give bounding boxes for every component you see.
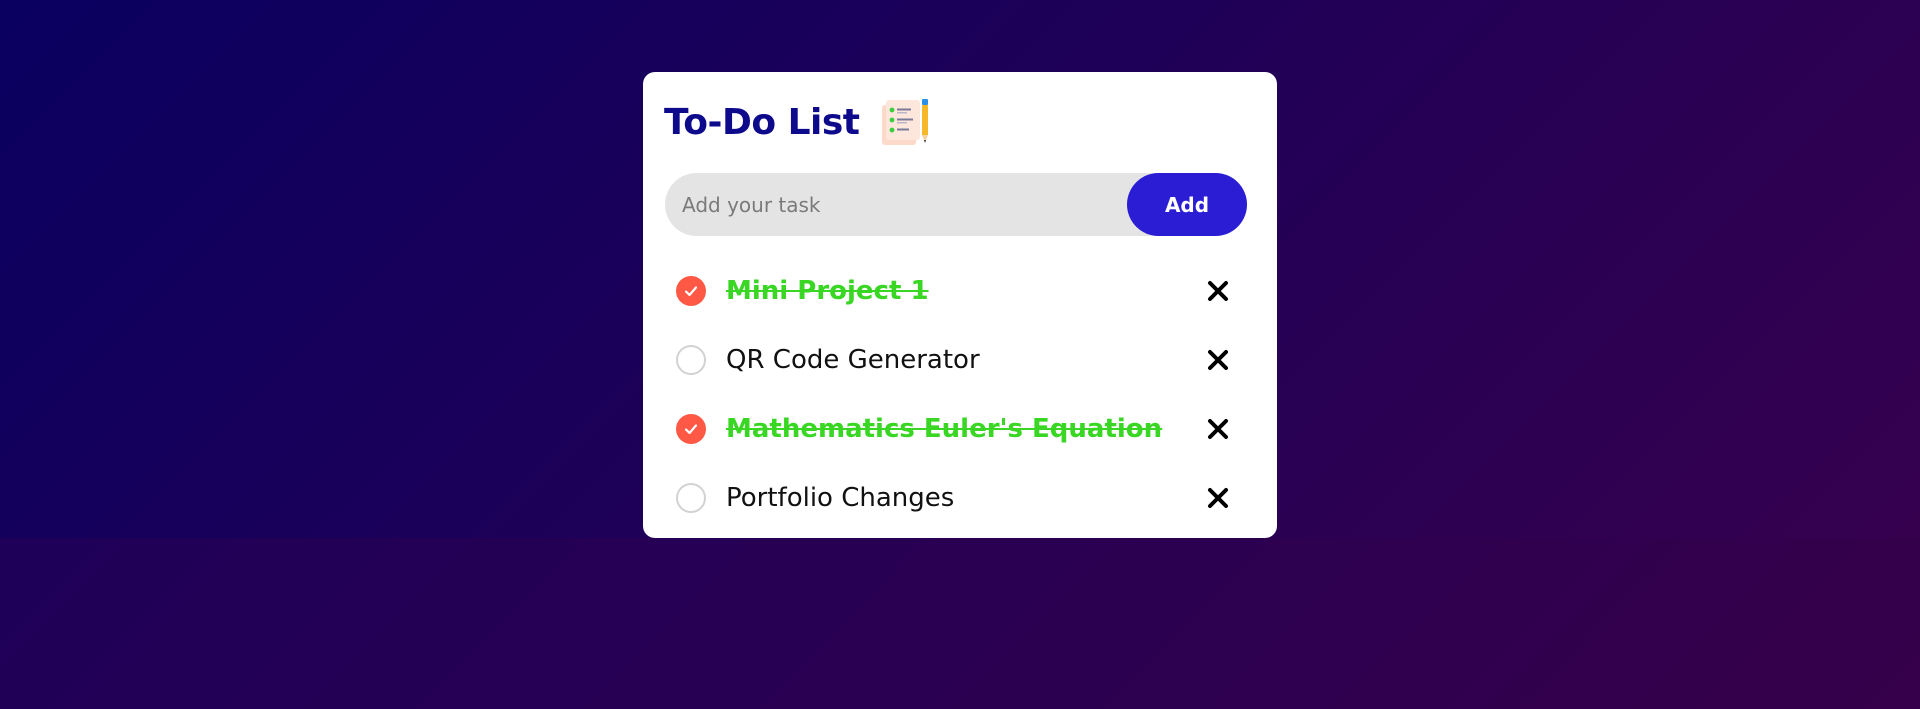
checked-circle-icon[interactable] bbox=[676, 275, 706, 306]
delete-task-icon[interactable] bbox=[1203, 276, 1233, 306]
task-item[interactable]: Portfolio Changes bbox=[643, 463, 1277, 532]
delete-task-icon[interactable] bbox=[1203, 414, 1233, 444]
delete-task-icon[interactable] bbox=[1203, 345, 1233, 375]
unchecked-circle-icon[interactable] bbox=[676, 344, 706, 375]
task-label: Mini Project 1 bbox=[726, 275, 929, 306]
page-title: To-Do List bbox=[664, 101, 860, 143]
delete-task-icon[interactable] bbox=[1203, 483, 1233, 513]
task-label: QR Code Generator bbox=[726, 344, 980, 375]
background-lower bbox=[0, 538, 1920, 709]
add-task-form: Add bbox=[665, 172, 1247, 237]
unchecked-circle-icon[interactable] bbox=[676, 482, 706, 513]
task-input[interactable] bbox=[665, 172, 1127, 237]
task-label: Portfolio Changes bbox=[726, 482, 955, 513]
task-label: Mathematics Euler's Equation bbox=[726, 413, 1163, 444]
task-item[interactable]: Mathematics Euler's Equation bbox=[643, 394, 1277, 463]
notepad-checklist-icon bbox=[881, 99, 928, 145]
todo-card: To-Do List Add Mini Project 1 QR Code Gen… bbox=[643, 72, 1277, 538]
task-item[interactable]: Mini Project 1 bbox=[643, 256, 1277, 325]
header: To-Do List bbox=[664, 94, 932, 150]
task-list: Mini Project 1 QR Code Generator Mathemati… bbox=[643, 256, 1277, 532]
task-item[interactable]: QR Code Generator bbox=[643, 325, 1277, 394]
checked-circle-icon[interactable] bbox=[676, 413, 706, 444]
add-button[interactable]: Add bbox=[1127, 173, 1247, 236]
